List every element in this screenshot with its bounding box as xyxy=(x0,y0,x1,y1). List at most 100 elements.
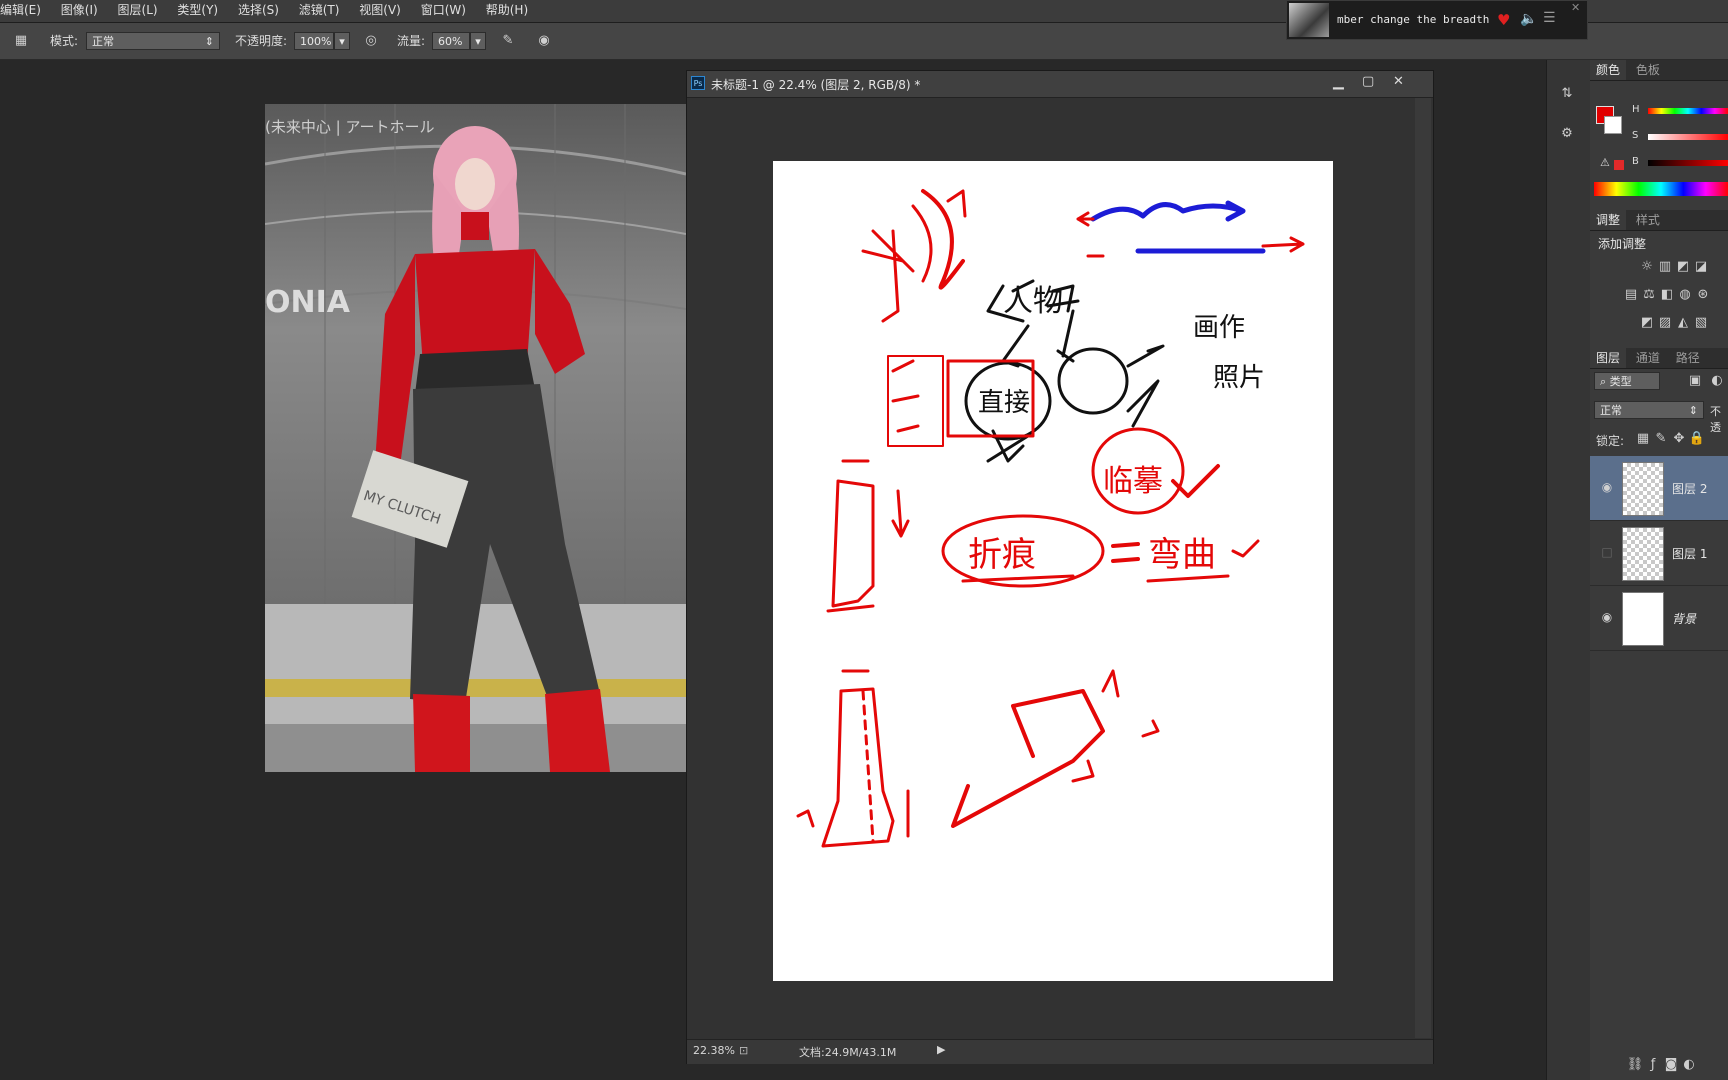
menu-type[interactable]: 类型(Y) xyxy=(169,0,226,22)
threshold-icon[interactable]: ◭ xyxy=(1674,314,1692,332)
flow-label: 流量: xyxy=(397,34,426,48)
drawing-canvas[interactable]: 画作 照片 直接 临摹 折痕 弯曲 人物 xyxy=(773,161,1333,981)
menu-help[interactable]: 帮助(H) xyxy=(478,0,536,22)
layer-thumbnail xyxy=(1622,527,1664,581)
menu-edit[interactable]: 编辑(E) xyxy=(0,0,49,22)
note-figure: 人物 xyxy=(1003,284,1063,319)
close-icon[interactable]: ✕ xyxy=(1571,1,1580,14)
menu-filter[interactable]: 滤镜(T) xyxy=(291,0,348,22)
mode-label: 模式: xyxy=(50,34,79,48)
layer-opacity-label: 不透 xyxy=(1710,405,1721,434)
album-art xyxy=(1289,3,1329,37)
bw-icon[interactable]: ◧ xyxy=(1658,286,1676,304)
menu-layer[interactable]: 图层(L) xyxy=(110,0,166,22)
bri-label: B xyxy=(1632,156,1639,167)
posterize-icon[interactable]: ▨ xyxy=(1656,314,1674,332)
document-window: Ps 未标题-1 @ 22.4% (图层 2, RGB/8) * ▁ ▢ ✕ 画… xyxy=(686,70,1434,1064)
close-window-icon[interactable]: ✕ xyxy=(1393,74,1404,89)
playlist-icon[interactable]: ☰ xyxy=(1543,10,1556,26)
mixer-icon[interactable]: ⊛ xyxy=(1694,286,1712,304)
tab-paths[interactable]: 路径 xyxy=(1670,348,1706,368)
tab-channels[interactable]: 通道 xyxy=(1630,348,1666,368)
minimize-icon[interactable]: ▁ xyxy=(1333,74,1344,90)
bri-slider[interactable] xyxy=(1648,160,1728,166)
adjust-filter-icon[interactable]: ◐ xyxy=(1708,372,1726,390)
note-photo: 照片 xyxy=(1213,363,1265,393)
lock-label: 锁定: xyxy=(1596,434,1625,448)
visibility-off-icon[interactable]: □ xyxy=(1600,545,1614,559)
sat-slider[interactable] xyxy=(1648,134,1728,140)
mask-icon[interactable]: ◙ xyxy=(1662,1056,1680,1074)
volume-icon[interactable]: 🔈 xyxy=(1520,11,1537,27)
tab-styles[interactable]: 样式 xyxy=(1630,210,1666,230)
pressure-size-icon[interactable]: ◉ xyxy=(533,30,555,52)
photo-illustration: MY CLUTCH ONIA (未来中心 | アートホール xyxy=(265,104,686,772)
heart-icon[interactable]: ♥ xyxy=(1497,11,1510,29)
link-icon[interactable]: ⛓ xyxy=(1626,1056,1644,1074)
document-size: 文档:24.9M/43.1M xyxy=(799,1046,897,1059)
menu-window[interactable]: 窗口(W) xyxy=(413,0,474,22)
layer-row[interactable]: ◉ 图层 2 xyxy=(1590,456,1728,521)
color-ramp[interactable] xyxy=(1594,182,1728,196)
background-color[interactable] xyxy=(1604,116,1622,134)
new-fill-icon[interactable]: ◐ xyxy=(1680,1056,1698,1074)
status-arrow-icon[interactable]: ▶ xyxy=(937,1043,945,1056)
lock-paint-icon[interactable]: ✎ xyxy=(1652,430,1670,448)
menu-view[interactable]: 视图(V) xyxy=(351,0,409,22)
tab-swatches[interactable]: 色板 xyxy=(1630,60,1666,80)
tab-layers[interactable]: 图层 xyxy=(1590,348,1627,368)
photo-filter-icon[interactable]: ◍ xyxy=(1676,286,1694,304)
vibrance-icon[interactable]: ▤ xyxy=(1622,286,1640,304)
lock-move-icon[interactable]: ✥ xyxy=(1670,430,1688,448)
flow-dropdown-icon[interactable]: ▾ xyxy=(470,32,486,50)
layer-row[interactable]: ◉ 背景 xyxy=(1590,586,1728,651)
levels-icon[interactable]: ▥ xyxy=(1656,258,1674,276)
visibility-eye-icon[interactable]: ◉ xyxy=(1600,480,1614,494)
mode-select[interactable]: 正常 ⇕ xyxy=(86,32,220,50)
image-filter-icon[interactable]: ▣ xyxy=(1686,372,1704,390)
gamut-swatch[interactable] xyxy=(1614,160,1624,170)
tab-color[interactable]: 颜色 xyxy=(1590,60,1627,80)
chevron-updown-icon: ⇕ xyxy=(1688,404,1698,417)
tab-adjustments[interactable]: 调整 xyxy=(1590,210,1627,230)
exposure-icon[interactable]: ◪ xyxy=(1692,258,1710,276)
zoom-level[interactable]: 22.38% xyxy=(693,1044,735,1057)
sign-text-jp: (未来中心 | アートホール xyxy=(265,118,435,136)
history-icon[interactable]: ⇅ xyxy=(1558,85,1576,103)
brush-preset-icon[interactable]: ▦ xyxy=(10,30,32,52)
visibility-eye-icon[interactable]: ◉ xyxy=(1600,610,1614,624)
lock-transparency-icon[interactable]: ▦ xyxy=(1634,430,1652,448)
add-adjustment-label: 添加调整 xyxy=(1598,237,1647,251)
maximize-icon[interactable]: ▢ xyxy=(1362,74,1374,89)
properties-icon[interactable]: ⚙ xyxy=(1558,125,1576,143)
lock-all-icon[interactable]: 🔒 xyxy=(1688,430,1706,448)
vertical-scrollbar[interactable] xyxy=(1415,98,1431,1038)
blend-mode-select[interactable]: 正常 ⇕ xyxy=(1594,401,1704,419)
opacity-label: 不透明度: xyxy=(235,34,288,48)
airbrush-icon[interactable]: ✎ xyxy=(497,30,519,52)
curves-icon[interactable]: ◩ xyxy=(1674,258,1692,276)
warning-icon[interactable]: ⚠ xyxy=(1600,156,1610,169)
status-info-icon[interactable]: ⊡ xyxy=(739,1044,748,1057)
reference-photo: MY CLUTCH ONIA (未来中心 | アートホール xyxy=(265,104,686,772)
menu-image[interactable]: 图像(I) xyxy=(53,0,106,22)
invert-icon[interactable]: ◩ xyxy=(1638,314,1656,332)
layer-footer: ⛓ ƒ ◙ ◐ xyxy=(1626,1056,1698,1074)
fx-icon[interactable]: ƒ xyxy=(1644,1056,1662,1074)
selective-color-icon[interactable]: ▧ xyxy=(1692,314,1710,332)
ps-app-icon: Ps xyxy=(691,76,705,90)
layer-filter-select[interactable]: ⌕ 类型 xyxy=(1594,372,1660,390)
adjust-row-3: ◩ ▨ ◭ ▧ xyxy=(1638,314,1710,332)
brightness-icon[interactable]: ☼ xyxy=(1638,258,1656,276)
menu-select[interactable]: 选择(S) xyxy=(230,0,287,22)
opacity-input[interactable]: 100% xyxy=(294,32,334,50)
adjust-panel-tabs: 调整 样式 xyxy=(1590,210,1728,231)
balance-icon[interactable]: ⚖ xyxy=(1640,286,1658,304)
sign-text: ONIA xyxy=(265,285,351,320)
layer-row[interactable]: □ 图层 1 xyxy=(1590,521,1728,586)
flow-input[interactable]: 60% xyxy=(432,32,470,50)
pressure-opacity-icon[interactable]: ◎ xyxy=(360,30,382,52)
opacity-dropdown-icon[interactable]: ▾ xyxy=(334,32,350,50)
hue-slider[interactable] xyxy=(1648,108,1728,114)
document-titlebar[interactable]: Ps 未标题-1 @ 22.4% (图层 2, RGB/8) * ▁ ▢ ✕ xyxy=(687,71,1433,98)
